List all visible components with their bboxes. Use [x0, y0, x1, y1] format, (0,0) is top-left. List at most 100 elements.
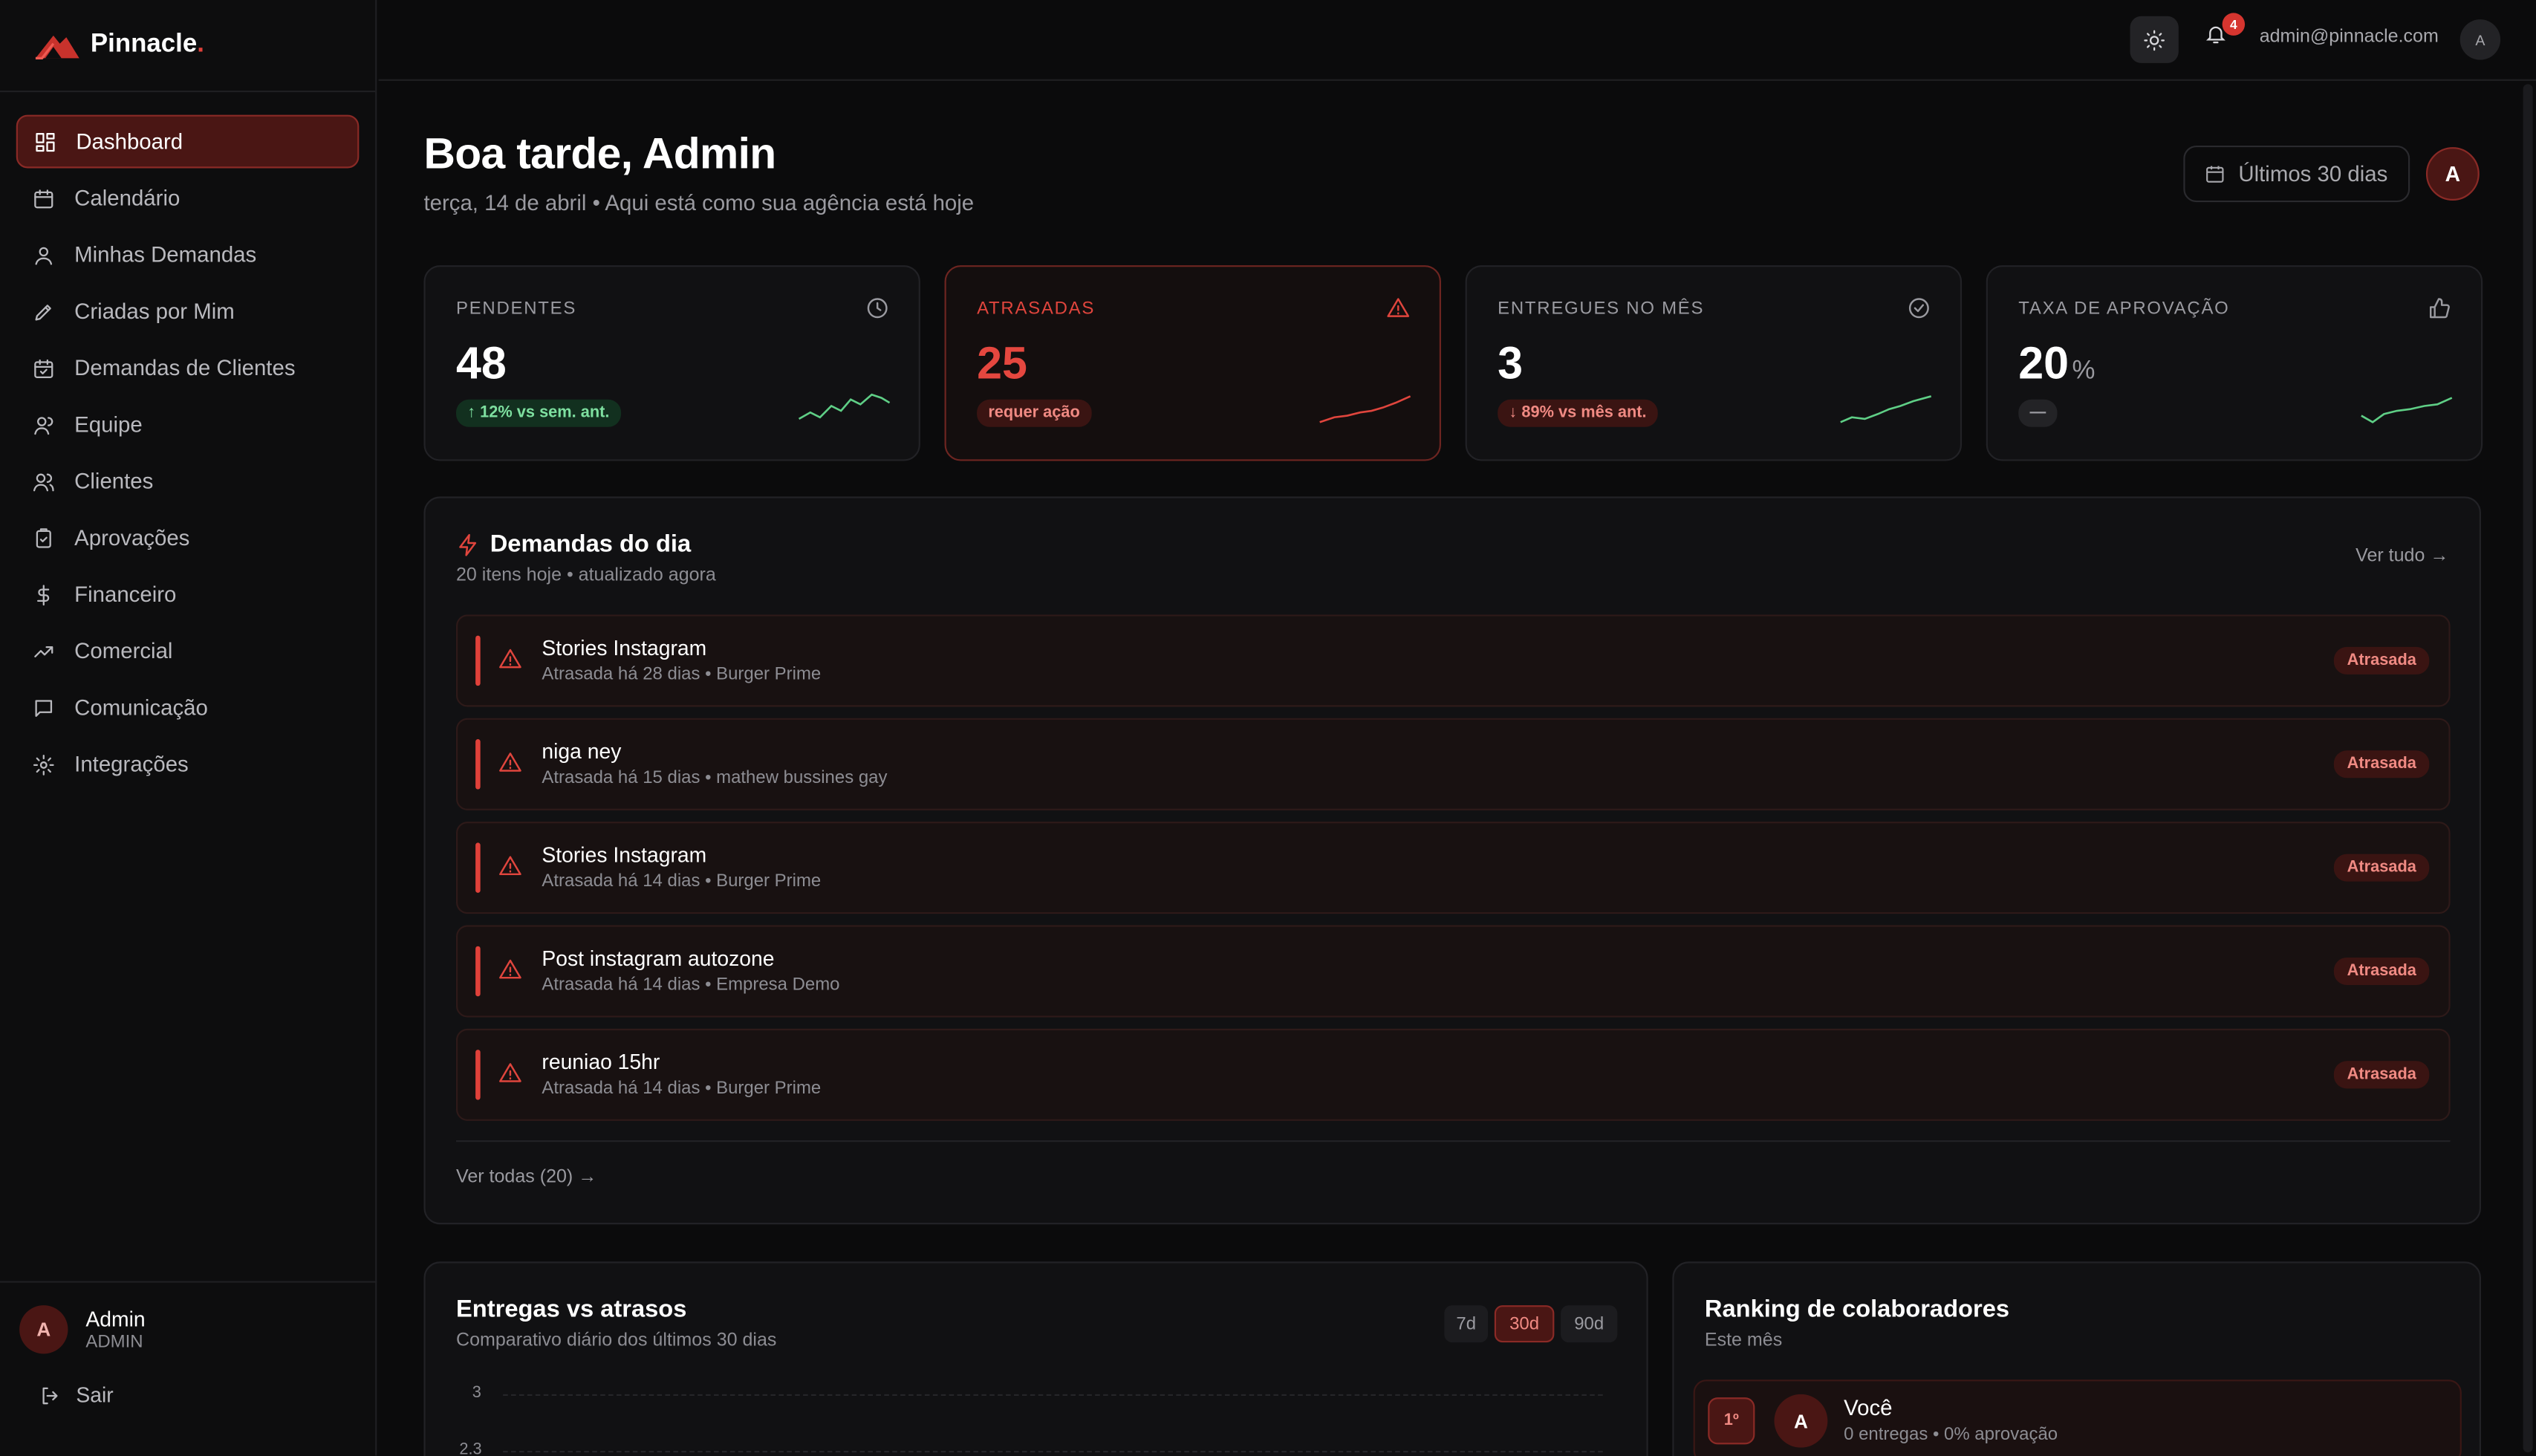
kpi-value: 48 — [456, 338, 507, 390]
priority-bar — [475, 842, 481, 893]
sidebar-item-criadas-por-mim[interactable]: Criadas por Mim — [16, 285, 360, 338]
sidebar-item-dashboard[interactable]: Dashboard — [16, 114, 360, 169]
sidebar-item-label: Minhas Demandas — [74, 242, 257, 267]
panel-title: Entregas vs atrasos — [455, 1296, 687, 1324]
thumbs-up-icon — [2429, 298, 2450, 319]
table-row[interactable]: 1º A Você 0 entregas • 0% aprovação — [1693, 1379, 2462, 1456]
see-all-footer-link[interactable]: Ver todas (20) → — [456, 1168, 596, 1187]
sidebar-footer: A Admin ADMIN Sair — [0, 1281, 377, 1455]
avatar[interactable]: A — [2425, 147, 2480, 201]
status-badge: Atrasada — [2334, 854, 2430, 882]
priority-bar — [475, 635, 481, 686]
status-badge: Atrasada — [2334, 750, 2430, 779]
kpi-label: ENTREGUES NO MÊS — [1498, 299, 1705, 319]
list-item[interactable]: Stories Instagram Atrasada há 28 dias • … — [455, 614, 2451, 707]
kpi-card-entregues[interactable]: ENTREGUES NO MÊS 3 ↓ 89% vs mês ant. — [1465, 265, 1963, 461]
y-tick-label: 2.3 — [459, 1440, 482, 1456]
list-item[interactable]: reuniao 15hr Atrasada há 14 dias • Burge… — [455, 1028, 2451, 1121]
warning-icon — [499, 856, 521, 876]
range-7d-button[interactable]: 7d — [1444, 1305, 1489, 1343]
clock-icon — [867, 298, 888, 319]
sidebar-item-equipe[interactable]: Equipe — [16, 398, 360, 452]
panel-subtitle: Este mês — [1704, 1330, 1783, 1351]
range-90d-button[interactable]: 90d — [1561, 1305, 1618, 1343]
kpi-value: 25 — [977, 338, 1027, 390]
panel-subtitle: Comparativo diário dos últimos 30 dias — [455, 1330, 777, 1351]
panel-subtitle: 20 itens hoje • atualizado agora — [455, 566, 716, 586]
sidebar-item-minhas-demandas[interactable]: Minhas Demandas — [16, 228, 360, 282]
page-subtitle: terça, 14 de abril • Aqui está como sua … — [423, 190, 975, 215]
kpi-suffix: % — [2072, 357, 2096, 386]
kpi-number: 25 — [977, 338, 1027, 389]
item-meta: Atrasada há 14 dias • Empresa Demo — [542, 975, 840, 995]
list-item[interactable]: Post instagram autozone Atrasada há 14 d… — [455, 925, 2451, 1018]
item-meta: Atrasada há 15 dias • mathew bussines ga… — [542, 768, 888, 788]
avatar[interactable]: A — [2459, 19, 2501, 60]
sidebar-item-label: Comunicação — [74, 695, 208, 720]
logout-button[interactable]: Sair — [0, 1382, 377, 1408]
user-email[interactable]: admin@pinnacle.com — [2260, 27, 2439, 47]
sidebar-item-label: Demandas de Clientes — [74, 356, 296, 380]
clipboard-check-icon — [36, 527, 51, 547]
scrollbar[interactable] — [2523, 84, 2533, 1453]
sidebar-item-label: Aprovações — [74, 525, 190, 550]
brand-name: Pinnacle — [90, 30, 198, 59]
priority-bar — [475, 739, 481, 790]
user-name: Admin — [85, 1307, 146, 1331]
sidebar-item-label: Clientes — [74, 469, 154, 494]
user-icon — [35, 246, 53, 264]
item-title: Stories Instagram — [542, 635, 707, 660]
rank-position-badge: 1º — [1708, 1397, 1755, 1445]
y-tick-label: 3 — [472, 1384, 481, 1403]
panel-title: Demandas do dia — [490, 530, 692, 559]
date-range-button[interactable]: Últimos 30 dias — [2183, 145, 2410, 203]
topbar: 4 admin@pinnacle.com A — [378, 0, 2536, 81]
item-title: niga ney — [542, 739, 622, 764]
kpi-label: PENDENTES — [455, 299, 577, 319]
warning-icon — [1387, 298, 1410, 317]
app-root: Pinnacle. Dashboard Calendário Minhas De… — [0, 0, 2536, 1456]
date-range-label: Últimos 30 dias — [2238, 161, 2388, 186]
range-30d-button[interactable]: 30d — [1494, 1305, 1555, 1343]
kpi-card-pendentes[interactable]: PENDENTES 48 ↑ 12% vs sem. ant. — [423, 265, 920, 461]
sidebar-item-comercial[interactable]: Comercial — [16, 624, 360, 677]
sidebar-item-integracoes[interactable]: Integrações — [16, 738, 360, 791]
theme-toggle-button[interactable] — [2130, 16, 2179, 63]
users-icon — [34, 416, 53, 435]
bolt-icon — [459, 533, 477, 556]
kpi-trend-badge: — — [2018, 399, 2058, 427]
see-all-link[interactable]: Ver tudo → — [2355, 547, 2448, 566]
sidebar-item-label: Integrações — [74, 752, 189, 777]
sidebar-item-calendario[interactable]: Calendário — [16, 172, 360, 225]
kpi-trend-badge: ↓ 89% vs mês ant. — [1498, 399, 1658, 427]
priority-bar — [475, 1050, 481, 1100]
divider — [455, 1140, 2451, 1143]
avatar: A — [1774, 1394, 1828, 1448]
item-meta: Atrasada há 14 dias • Burger Prime — [542, 1079, 822, 1099]
list-item[interactable]: niga ney Atrasada há 15 dias • mathew bu… — [455, 718, 2451, 810]
list-item[interactable]: Stories Instagram Atrasada há 14 dias • … — [455, 822, 2451, 914]
sidebar-item-label: Dashboard — [76, 129, 183, 154]
sidebar-item-clientes[interactable]: Clientes — [16, 455, 360, 508]
user-role: ADMIN — [85, 1333, 143, 1353]
sun-icon — [2144, 29, 2165, 51]
ranking-panel: Ranking de colaboradores Este mês 1º A V… — [1672, 1261, 2481, 1456]
kpi-card-taxa-aprovacao[interactable]: TAXA DE APROVAÇÃO 20% — — [1986, 265, 2483, 461]
logout-label: Sair — [76, 1382, 114, 1408]
sidebar-item-label: Criadas por Mim — [74, 299, 235, 324]
sidebar-item-demandas-de-clientes[interactable]: Demandas de Clientes — [16, 341, 360, 394]
gridline — [503, 1394, 1603, 1397]
sidebar-item-financeiro[interactable]: Financeiro — [16, 568, 360, 621]
sidebar-item-aprovacoes[interactable]: Aprovações — [16, 511, 360, 565]
sidebar-item-comunicacao[interactable]: Comunicação — [16, 681, 360, 735]
kpi-number: 20 — [2018, 338, 2070, 389]
status-badge: Atrasada — [2334, 957, 2430, 985]
pinnacle-logo-icon — [35, 35, 79, 60]
kpi-card-atrasadas[interactable]: ATRASADAS 25 requer ação — [944, 265, 1441, 461]
sidebar-user[interactable]: A Admin ADMIN — [0, 1305, 377, 1354]
warning-icon — [499, 753, 521, 772]
item-meta: Atrasada há 28 dias • Burger Prime — [542, 664, 822, 684]
main-content: Boa tarde, Admin terça, 14 de abril • Aq… — [378, 82, 2536, 1456]
brand[interactable]: Pinnacle. — [0, 0, 376, 93]
gridline — [503, 1451, 1603, 1453]
